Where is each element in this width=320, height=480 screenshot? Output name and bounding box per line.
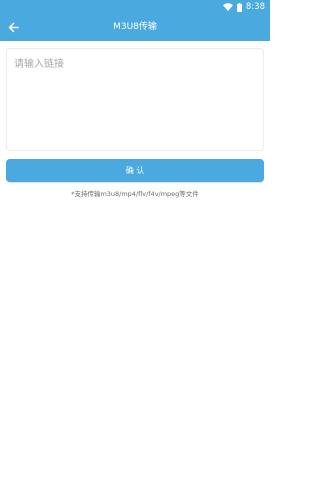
- battery-icon: [236, 2, 242, 12]
- confirm-button[interactable]: 确 认: [6, 159, 264, 182]
- supported-formats-hint: *支持传输m3u8/mp4/flv/f4v/mpeg等文件: [71, 190, 199, 198]
- link-input[interactable]: [6, 48, 264, 151]
- page-title: M3U8传输: [113, 22, 157, 32]
- wifi-icon: [222, 3, 233, 11]
- status-icons: 8:38: [222, 0, 265, 14]
- app-bar: M3U8传输: [0, 14, 270, 41]
- status-time: 8:38: [245, 2, 265, 12]
- status-bar: 8:38: [0, 0, 270, 14]
- back-button[interactable]: [3, 17, 23, 37]
- arrow-left-icon: [8, 18, 19, 37]
